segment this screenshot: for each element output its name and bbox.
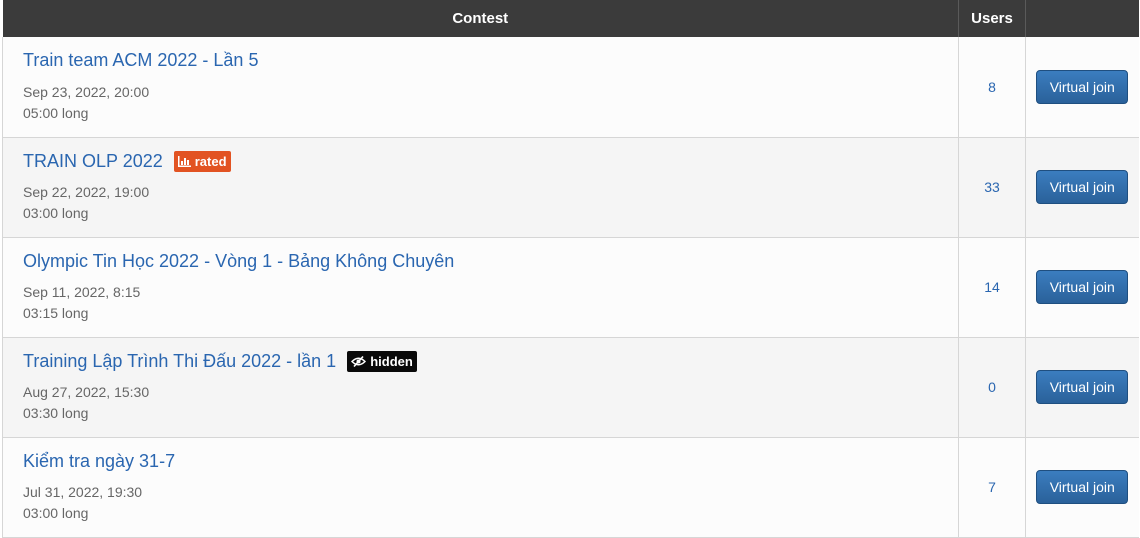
contest-table: Contest Users Train team ACM 2022 - Lần … bbox=[2, 0, 1139, 538]
contest-duration: 03:15 long bbox=[23, 305, 89, 321]
rated-badge: rated bbox=[173, 150, 231, 172]
contest-title-row: Olympic Tin Học 2022 - Vòng 1 - Bảng Khô… bbox=[23, 248, 938, 274]
contest-title-row: Train team ACM 2022 - Lần 5 bbox=[23, 48, 938, 74]
table-row: Training Lập Trình Thi Đấu 2022 - lần 1 … bbox=[2, 337, 1139, 438]
virtual-join-button[interactable]: Virtual join bbox=[1036, 170, 1129, 204]
users-count-cell: 0 bbox=[958, 337, 1026, 438]
contest-meta: Aug 27, 2022, 15:30 03:30 long bbox=[23, 382, 938, 424]
contest-duration: 03:00 long bbox=[23, 505, 89, 521]
contest-duration: 03:00 long bbox=[23, 205, 89, 221]
virtual-join-button[interactable]: Virtual join bbox=[1036, 69, 1129, 104]
virtual-join-button[interactable]: Virtual join bbox=[1036, 270, 1129, 304]
contest-title-link[interactable]: TRAIN OLP 2022 bbox=[23, 151, 163, 172]
contest-cell: Train team ACM 2022 - Lần 5 Sep 23, 2022… bbox=[2, 37, 959, 138]
contest-date: Sep 11, 2022, 8:15 bbox=[23, 284, 141, 300]
contest-title-link[interactable]: Olympic Tin Học 2022 - Vòng 1 - Bảng Khô… bbox=[23, 251, 454, 272]
contest-title-link[interactable]: Kiểm tra ngày 31-7 bbox=[23, 451, 175, 472]
table-header-row: Contest Users bbox=[2, 0, 1139, 37]
badge-label: hidden bbox=[370, 353, 413, 369]
contest-date: Aug 27, 2022, 15:30 bbox=[23, 384, 150, 400]
bar-chart-icon bbox=[177, 155, 195, 167]
users-count-cell: 8 bbox=[958, 37, 1026, 138]
contest-title-row: Kiểm tra ngày 31-7 bbox=[23, 448, 938, 474]
action-cell: Virtual join bbox=[1025, 37, 1139, 138]
virtual-join-button[interactable]: Virtual join bbox=[1036, 470, 1129, 504]
table-row: Train team ACM 2022 - Lần 5 Sep 23, 2022… bbox=[2, 37, 1139, 138]
users-count-link[interactable]: 33 bbox=[984, 179, 1000, 195]
hidden-badge: hidden bbox=[347, 350, 417, 372]
users-count-link[interactable]: 0 bbox=[988, 379, 996, 395]
eye-slash-icon bbox=[351, 355, 370, 367]
badge-label: rated bbox=[194, 153, 227, 169]
table-row: Kiểm tra ngày 31-7 Jul 31, 2022, 19:30 0… bbox=[2, 437, 1139, 538]
contest-title-row: TRAIN OLP 2022 rated bbox=[23, 148, 938, 174]
action-cell: Virtual join bbox=[1025, 437, 1139, 538]
contest-duration: 05:00 long bbox=[23, 104, 89, 121]
contest-date: Sep 23, 2022, 20:00 bbox=[23, 83, 150, 100]
contest-meta: Sep 11, 2022, 8:15 03:15 long bbox=[23, 282, 938, 324]
table-row: Olympic Tin Học 2022 - Vòng 1 - Bảng Khô… bbox=[2, 237, 1139, 338]
contest-cell: TRAIN OLP 2022 rated Sep 22, 2022, 19:00… bbox=[2, 137, 959, 238]
users-count-cell: 7 bbox=[958, 437, 1026, 538]
contest-title-row: Training Lập Trình Thi Đấu 2022 - lần 1 … bbox=[23, 348, 938, 374]
contest-cell: Olympic Tin Học 2022 - Vòng 1 - Bảng Khô… bbox=[2, 237, 959, 338]
contest-cell: Kiểm tra ngày 31-7 Jul 31, 2022, 19:30 0… bbox=[2, 437, 959, 538]
users-count-link[interactable]: 8 bbox=[988, 79, 996, 95]
users-count-cell: 14 bbox=[958, 237, 1026, 338]
contest-title-link[interactable]: Training Lập Trình Thi Đấu 2022 - lần 1 bbox=[23, 351, 336, 372]
users-count-link[interactable]: 7 bbox=[988, 479, 996, 495]
contest-meta: Jul 31, 2022, 19:30 03:00 long bbox=[23, 482, 938, 524]
contest-date: Sep 22, 2022, 19:00 bbox=[23, 184, 150, 200]
action-cell: Virtual join bbox=[1025, 237, 1139, 338]
users-count-link[interactable]: 14 bbox=[984, 279, 1000, 295]
action-cell: Virtual join bbox=[1025, 137, 1139, 238]
table-row: TRAIN OLP 2022 rated Sep 22, 2022, 19:00… bbox=[2, 137, 1139, 238]
contest-title-link[interactable]: Train team ACM 2022 - Lần 5 bbox=[23, 50, 258, 71]
contest-date: Jul 31, 2022, 19:30 bbox=[23, 484, 143, 500]
action-column-header bbox=[1025, 0, 1139, 37]
contest-meta: Sep 22, 2022, 19:00 03:00 long bbox=[23, 182, 938, 224]
contest-meta: Sep 23, 2022, 20:00 05:00 long bbox=[23, 82, 938, 124]
contest-duration: 03:30 long bbox=[23, 405, 89, 421]
contest-column-header[interactable]: Contest bbox=[2, 0, 959, 37]
contest-cell: Training Lập Trình Thi Đấu 2022 - lần 1 … bbox=[2, 337, 959, 438]
users-column-header[interactable]: Users bbox=[958, 0, 1026, 37]
users-count-cell: 33 bbox=[958, 137, 1026, 238]
action-cell: Virtual join bbox=[1025, 337, 1139, 438]
virtual-join-button[interactable]: Virtual join bbox=[1036, 370, 1129, 404]
